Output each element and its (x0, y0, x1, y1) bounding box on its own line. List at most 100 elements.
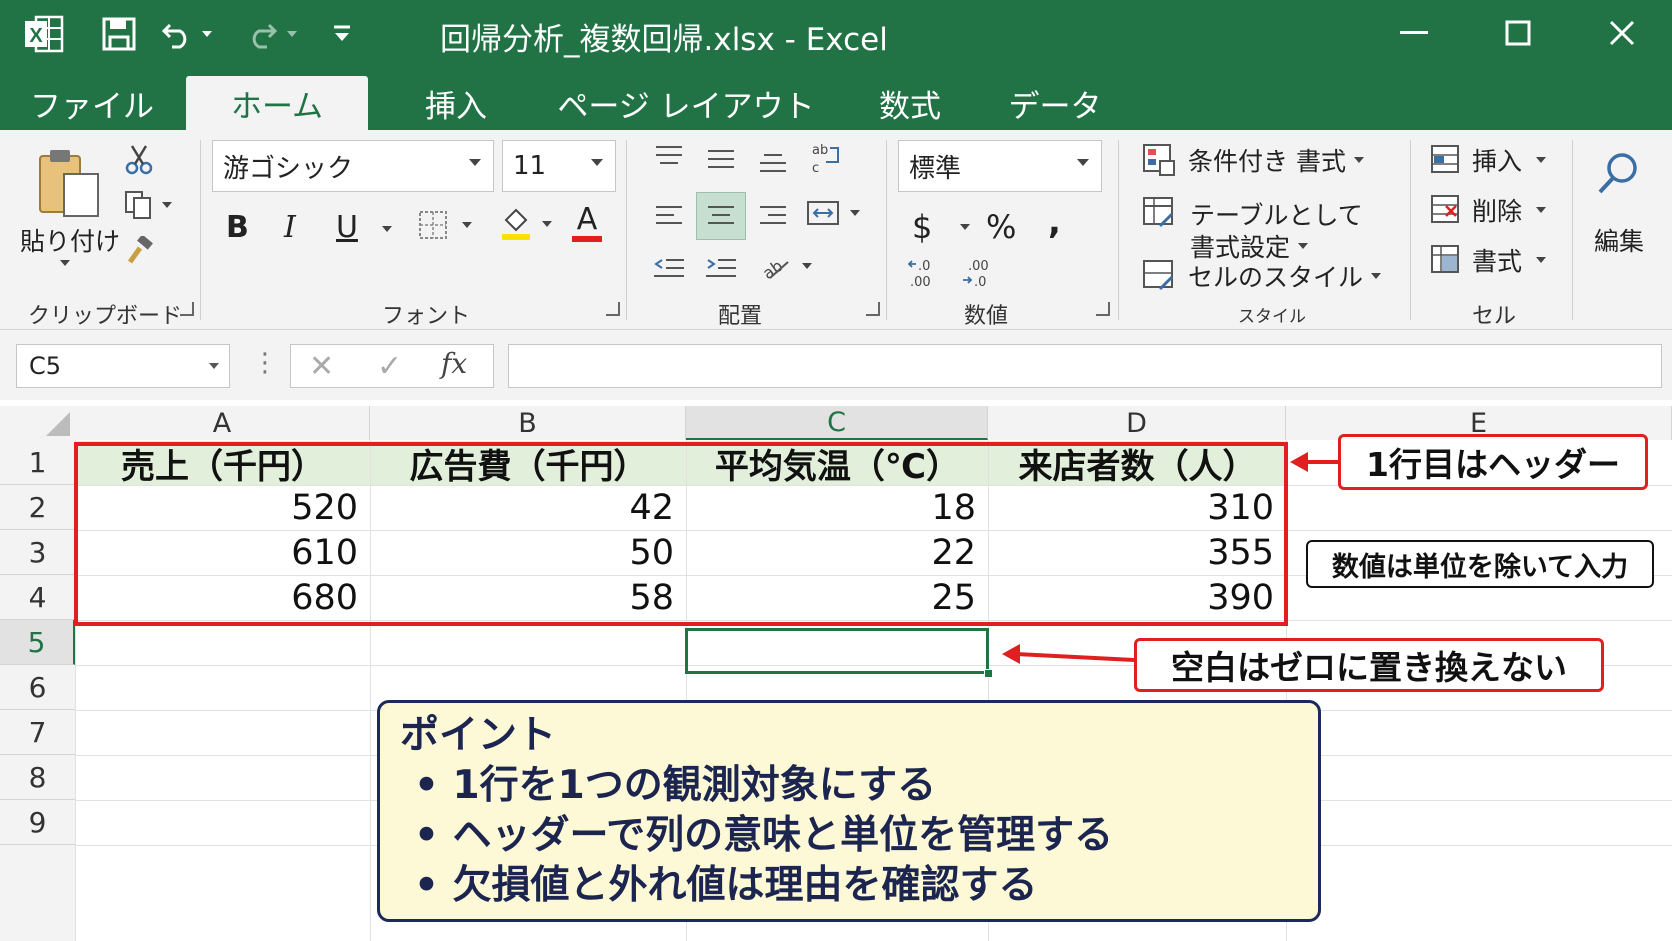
increase-decimal-icon[interactable]: .0.00 (908, 256, 942, 292)
row-header-9[interactable]: 9 (0, 800, 75, 845)
number-format-select[interactable]: 標準 (898, 140, 1102, 192)
percent-button[interactable]: % (986, 208, 1016, 246)
cells-group-label: セル (1472, 304, 1517, 329)
fill-color-icon[interactable] (500, 206, 552, 242)
alignment-launcher-icon[interactable] (866, 302, 880, 316)
name-box[interactable]: C5 (16, 344, 230, 388)
redo-dropdown-icon[interactable] (278, 12, 298, 56)
format-cells-label: 書式 (1472, 247, 1523, 276)
excel-logo-letter: X (29, 25, 43, 47)
format-as-table-label1[interactable]: テーブルとして (1190, 196, 1363, 232)
formula-buttons: ✕ ✓ fx (290, 344, 494, 388)
clipboard-launcher-icon[interactable] (180, 302, 194, 316)
bold-button[interactable]: B (226, 210, 249, 245)
row-header-7[interactable]: 7 (0, 710, 75, 755)
save-icon[interactable] (97, 12, 141, 56)
tab-formulas[interactable]: 数式 (862, 76, 958, 130)
close-icon[interactable] (1592, 10, 1652, 56)
delete-cells-label: 削除 (1472, 197, 1523, 226)
row-header-3[interactable]: 3 (0, 530, 75, 575)
minimize-icon[interactable] (1384, 10, 1444, 56)
delete-cells-button[interactable]: 削除 (1430, 192, 1547, 228)
format-cells-button[interactable]: 書式 (1430, 242, 1547, 278)
paste-dropdown-icon[interactable] (60, 260, 70, 266)
tab-file[interactable]: ファイル (22, 76, 162, 130)
enter-entry-icon[interactable]: ✓ (377, 349, 402, 384)
align-middle-icon[interactable] (704, 146, 740, 176)
underline-dropdown-icon[interactable] (374, 226, 392, 232)
cancel-entry-icon[interactable]: ✕ (309, 349, 334, 384)
row-header-6[interactable]: 6 (0, 665, 75, 710)
undo-dropdown-icon[interactable] (193, 12, 213, 56)
editing-label[interactable]: 編集 (1594, 222, 1644, 258)
paste-button[interactable]: 貼り付け (20, 222, 120, 258)
increase-indent-icon[interactable] (704, 256, 738, 282)
font-color-icon[interactable]: A (572, 204, 602, 242)
insert-function-button[interactable]: fx (441, 347, 467, 380)
borders-icon[interactable] (418, 210, 472, 240)
ribbon-home: 貼り付け クリップボード 游ゴシック 11 B I U A フォント ab c (0, 130, 1672, 330)
underline-button[interactable]: U (336, 210, 358, 245)
row-header-8[interactable]: 8 (0, 755, 75, 800)
paste-icon[interactable] (36, 146, 104, 220)
insert-cells-button[interactable]: 挿入 (1430, 142, 1547, 178)
conditional-format-button[interactable]: 条件付き 書式 (1142, 142, 1364, 178)
align-left-icon[interactable] (652, 202, 688, 232)
font-color-glyph: A (576, 202, 598, 237)
row-header-5[interactable]: 5 (0, 620, 75, 665)
comma-button[interactable]: , (1048, 202, 1061, 242)
column-header-c[interactable]: C (686, 406, 988, 440)
formula-input[interactable] (508, 344, 1662, 388)
svg-text:ab: ab (812, 143, 828, 158)
wrap-text-icon[interactable]: ab c (810, 140, 842, 176)
align-center-icon[interactable] (704, 202, 740, 232)
currency-button[interactable]: $ (912, 208, 932, 246)
svg-text:ab: ab (760, 256, 786, 282)
styles-group-label: スタイル (1238, 307, 1306, 327)
align-top-icon[interactable] (652, 142, 688, 172)
currency-dropdown-icon[interactable] (952, 224, 970, 230)
clipboard-group-label: クリップボード (28, 304, 183, 329)
fill-handle[interactable] (984, 669, 993, 678)
search-icon[interactable] (1594, 150, 1642, 198)
name-box-value: C5 (29, 352, 62, 380)
column-header-b[interactable]: B (370, 406, 686, 440)
format-as-table-icon[interactable] (1142, 196, 1178, 230)
cell-styles-button[interactable]: セルのスタイル (1142, 258, 1382, 294)
maximize-icon[interactable] (1488, 10, 1548, 56)
excel-logo-icon: X (22, 12, 66, 56)
decrease-decimal-icon[interactable]: .00.0 (962, 256, 996, 292)
header-callout: 1行目はヘッダー (1338, 434, 1648, 490)
font-name-select[interactable]: 游ゴシック (212, 140, 494, 192)
selected-cell-c5[interactable] (685, 628, 989, 674)
merge-center-icon[interactable] (806, 198, 860, 228)
row-header-2[interactable]: 2 (0, 485, 75, 530)
copy-icon[interactable] (124, 190, 172, 220)
cut-icon[interactable] (124, 144, 154, 176)
svg-text:c: c (812, 161, 819, 176)
row-header-4[interactable]: 4 (0, 575, 75, 620)
tab-data[interactable]: データ (1000, 76, 1110, 130)
tab-home[interactable]: ホーム (186, 76, 368, 130)
font-launcher-icon[interactable] (606, 302, 620, 316)
align-bottom-icon[interactable] (756, 150, 792, 180)
format-painter-icon[interactable] (124, 236, 156, 268)
point-item: ヘッダーで列の意味と単位を管理する (400, 811, 1298, 861)
select-all-corner[interactable] (0, 406, 75, 440)
italic-button[interactable]: I (284, 210, 296, 245)
align-right-icon[interactable] (756, 202, 792, 232)
font-group-label: フォント (382, 304, 471, 329)
cell-styles-label: セルのスタイル (1188, 263, 1364, 292)
more-options-icon[interactable]: ⋮ (252, 348, 278, 378)
tab-page-layout[interactable]: ページ レイアウト (556, 76, 816, 130)
customize-qat-icon[interactable] (320, 12, 364, 56)
font-size-select[interactable]: 11 (502, 140, 616, 192)
title-bar: X 回帰分析_複数回帰.xlsx - Excel (0, 0, 1672, 66)
orientation-icon[interactable]: ab (760, 250, 812, 282)
column-header-a[interactable]: A (75, 406, 370, 440)
column-header-d[interactable]: D (988, 406, 1286, 440)
number-launcher-icon[interactable] (1096, 302, 1110, 316)
decrease-indent-icon[interactable] (652, 256, 686, 282)
row-header-1[interactable]: 1 (0, 440, 75, 485)
tab-insert[interactable]: 挿入 (396, 76, 516, 130)
